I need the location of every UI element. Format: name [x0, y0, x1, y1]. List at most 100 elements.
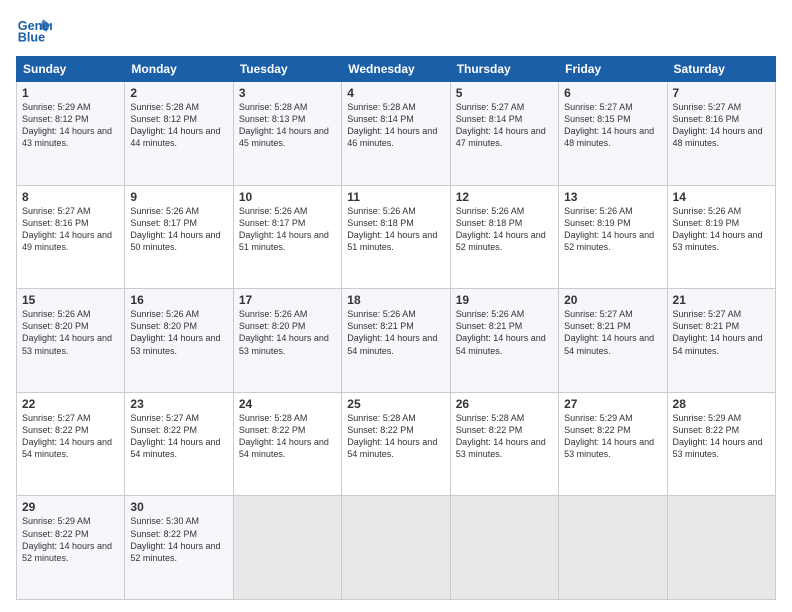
day-info: Sunrise: 5:27 AMSunset: 8:16 PMDaylight:…	[673, 102, 763, 148]
svg-text:Blue: Blue	[18, 31, 45, 45]
week-row-5: 29 Sunrise: 5:29 AMSunset: 8:22 PMDaylig…	[17, 496, 776, 600]
day-info: Sunrise: 5:29 AMSunset: 8:22 PMDaylight:…	[22, 516, 112, 562]
header-row: Sunday Monday Tuesday Wednesday Thursday…	[17, 57, 776, 82]
day-number: 7	[673, 86, 770, 100]
week-row-4: 22 Sunrise: 5:27 AMSunset: 8:22 PMDaylig…	[17, 392, 776, 496]
week-row-3: 15 Sunrise: 5:26 AMSunset: 8:20 PMDaylig…	[17, 289, 776, 393]
day-number: 9	[130, 190, 227, 204]
day-info: Sunrise: 5:26 AMSunset: 8:20 PMDaylight:…	[130, 309, 220, 355]
day-info: Sunrise: 5:27 AMSunset: 8:22 PMDaylight:…	[130, 413, 220, 459]
day-cell: 24 Sunrise: 5:28 AMSunset: 8:22 PMDaylig…	[233, 392, 341, 496]
day-info: Sunrise: 5:27 AMSunset: 8:15 PMDaylight:…	[564, 102, 654, 148]
day-info: Sunrise: 5:26 AMSunset: 8:19 PMDaylight:…	[564, 206, 654, 252]
day-cell: 11 Sunrise: 5:26 AMSunset: 8:18 PMDaylig…	[342, 185, 450, 289]
day-cell: 3 Sunrise: 5:28 AMSunset: 8:13 PMDayligh…	[233, 82, 341, 186]
logo: General Blue	[16, 12, 56, 48]
col-monday: Monday	[125, 57, 233, 82]
day-number: 3	[239, 86, 336, 100]
day-info: Sunrise: 5:26 AMSunset: 8:19 PMDaylight:…	[673, 206, 763, 252]
calendar-table: Sunday Monday Tuesday Wednesday Thursday…	[16, 56, 776, 600]
day-number: 12	[456, 190, 553, 204]
day-info: Sunrise: 5:26 AMSunset: 8:21 PMDaylight:…	[456, 309, 546, 355]
day-number: 8	[22, 190, 119, 204]
day-info: Sunrise: 5:29 AMSunset: 8:22 PMDaylight:…	[564, 413, 654, 459]
logo-icon: General Blue	[16, 12, 52, 48]
day-number: 17	[239, 293, 336, 307]
day-cell: 13 Sunrise: 5:26 AMSunset: 8:19 PMDaylig…	[559, 185, 667, 289]
day-info: Sunrise: 5:28 AMSunset: 8:14 PMDaylight:…	[347, 102, 437, 148]
day-number: 30	[130, 500, 227, 514]
day-number: 4	[347, 86, 444, 100]
day-cell	[342, 496, 450, 600]
day-info: Sunrise: 5:29 AMSunset: 8:22 PMDaylight:…	[673, 413, 763, 459]
day-cell: 28 Sunrise: 5:29 AMSunset: 8:22 PMDaylig…	[667, 392, 775, 496]
day-cell: 4 Sunrise: 5:28 AMSunset: 8:14 PMDayligh…	[342, 82, 450, 186]
day-number: 25	[347, 397, 444, 411]
day-number: 11	[347, 190, 444, 204]
day-number: 26	[456, 397, 553, 411]
day-cell: 23 Sunrise: 5:27 AMSunset: 8:22 PMDaylig…	[125, 392, 233, 496]
day-number: 20	[564, 293, 661, 307]
day-number: 23	[130, 397, 227, 411]
day-number: 10	[239, 190, 336, 204]
day-info: Sunrise: 5:26 AMSunset: 8:21 PMDaylight:…	[347, 309, 437, 355]
day-number: 14	[673, 190, 770, 204]
day-cell: 17 Sunrise: 5:26 AMSunset: 8:20 PMDaylig…	[233, 289, 341, 393]
day-cell	[233, 496, 341, 600]
day-info: Sunrise: 5:28 AMSunset: 8:13 PMDaylight:…	[239, 102, 329, 148]
day-number: 15	[22, 293, 119, 307]
day-cell: 26 Sunrise: 5:28 AMSunset: 8:22 PMDaylig…	[450, 392, 558, 496]
day-cell: 20 Sunrise: 5:27 AMSunset: 8:21 PMDaylig…	[559, 289, 667, 393]
day-cell: 30 Sunrise: 5:30 AMSunset: 8:22 PMDaylig…	[125, 496, 233, 600]
day-cell: 19 Sunrise: 5:26 AMSunset: 8:21 PMDaylig…	[450, 289, 558, 393]
day-cell: 8 Sunrise: 5:27 AMSunset: 8:16 PMDayligh…	[17, 185, 125, 289]
day-cell: 6 Sunrise: 5:27 AMSunset: 8:15 PMDayligh…	[559, 82, 667, 186]
day-info: Sunrise: 5:27 AMSunset: 8:21 PMDaylight:…	[673, 309, 763, 355]
day-info: Sunrise: 5:28 AMSunset: 8:22 PMDaylight:…	[347, 413, 437, 459]
day-cell: 18 Sunrise: 5:26 AMSunset: 8:21 PMDaylig…	[342, 289, 450, 393]
col-friday: Friday	[559, 57, 667, 82]
day-number: 29	[22, 500, 119, 514]
day-info: Sunrise: 5:27 AMSunset: 8:21 PMDaylight:…	[564, 309, 654, 355]
day-cell: 10 Sunrise: 5:26 AMSunset: 8:17 PMDaylig…	[233, 185, 341, 289]
day-cell: 22 Sunrise: 5:27 AMSunset: 8:22 PMDaylig…	[17, 392, 125, 496]
day-number: 21	[673, 293, 770, 307]
day-cell: 29 Sunrise: 5:29 AMSunset: 8:22 PMDaylig…	[17, 496, 125, 600]
day-number: 6	[564, 86, 661, 100]
col-thursday: Thursday	[450, 57, 558, 82]
day-number: 28	[673, 397, 770, 411]
day-cell: 9 Sunrise: 5:26 AMSunset: 8:17 PMDayligh…	[125, 185, 233, 289]
day-info: Sunrise: 5:28 AMSunset: 8:22 PMDaylight:…	[456, 413, 546, 459]
day-info: Sunrise: 5:27 AMSunset: 8:14 PMDaylight:…	[456, 102, 546, 148]
day-number: 5	[456, 86, 553, 100]
week-row-2: 8 Sunrise: 5:27 AMSunset: 8:16 PMDayligh…	[17, 185, 776, 289]
day-cell: 21 Sunrise: 5:27 AMSunset: 8:21 PMDaylig…	[667, 289, 775, 393]
col-tuesday: Tuesday	[233, 57, 341, 82]
day-number: 13	[564, 190, 661, 204]
day-cell: 2 Sunrise: 5:28 AMSunset: 8:12 PMDayligh…	[125, 82, 233, 186]
day-cell	[450, 496, 558, 600]
day-cell: 25 Sunrise: 5:28 AMSunset: 8:22 PMDaylig…	[342, 392, 450, 496]
day-cell: 27 Sunrise: 5:29 AMSunset: 8:22 PMDaylig…	[559, 392, 667, 496]
day-cell: 5 Sunrise: 5:27 AMSunset: 8:14 PMDayligh…	[450, 82, 558, 186]
day-number: 24	[239, 397, 336, 411]
col-wednesday: Wednesday	[342, 57, 450, 82]
day-info: Sunrise: 5:26 AMSunset: 8:20 PMDaylight:…	[22, 309, 112, 355]
day-info: Sunrise: 5:26 AMSunset: 8:18 PMDaylight:…	[456, 206, 546, 252]
day-cell	[667, 496, 775, 600]
day-cell	[559, 496, 667, 600]
col-saturday: Saturday	[667, 57, 775, 82]
day-info: Sunrise: 5:26 AMSunset: 8:17 PMDaylight:…	[130, 206, 220, 252]
day-info: Sunrise: 5:28 AMSunset: 8:12 PMDaylight:…	[130, 102, 220, 148]
day-info: Sunrise: 5:26 AMSunset: 8:17 PMDaylight:…	[239, 206, 329, 252]
day-number: 27	[564, 397, 661, 411]
day-info: Sunrise: 5:28 AMSunset: 8:22 PMDaylight:…	[239, 413, 329, 459]
day-number: 16	[130, 293, 227, 307]
day-cell: 1 Sunrise: 5:29 AMSunset: 8:12 PMDayligh…	[17, 82, 125, 186]
day-info: Sunrise: 5:30 AMSunset: 8:22 PMDaylight:…	[130, 516, 220, 562]
day-cell: 7 Sunrise: 5:27 AMSunset: 8:16 PMDayligh…	[667, 82, 775, 186]
day-number: 22	[22, 397, 119, 411]
day-cell: 12 Sunrise: 5:26 AMSunset: 8:18 PMDaylig…	[450, 185, 558, 289]
col-sunday: Sunday	[17, 57, 125, 82]
header: General Blue	[16, 12, 776, 48]
